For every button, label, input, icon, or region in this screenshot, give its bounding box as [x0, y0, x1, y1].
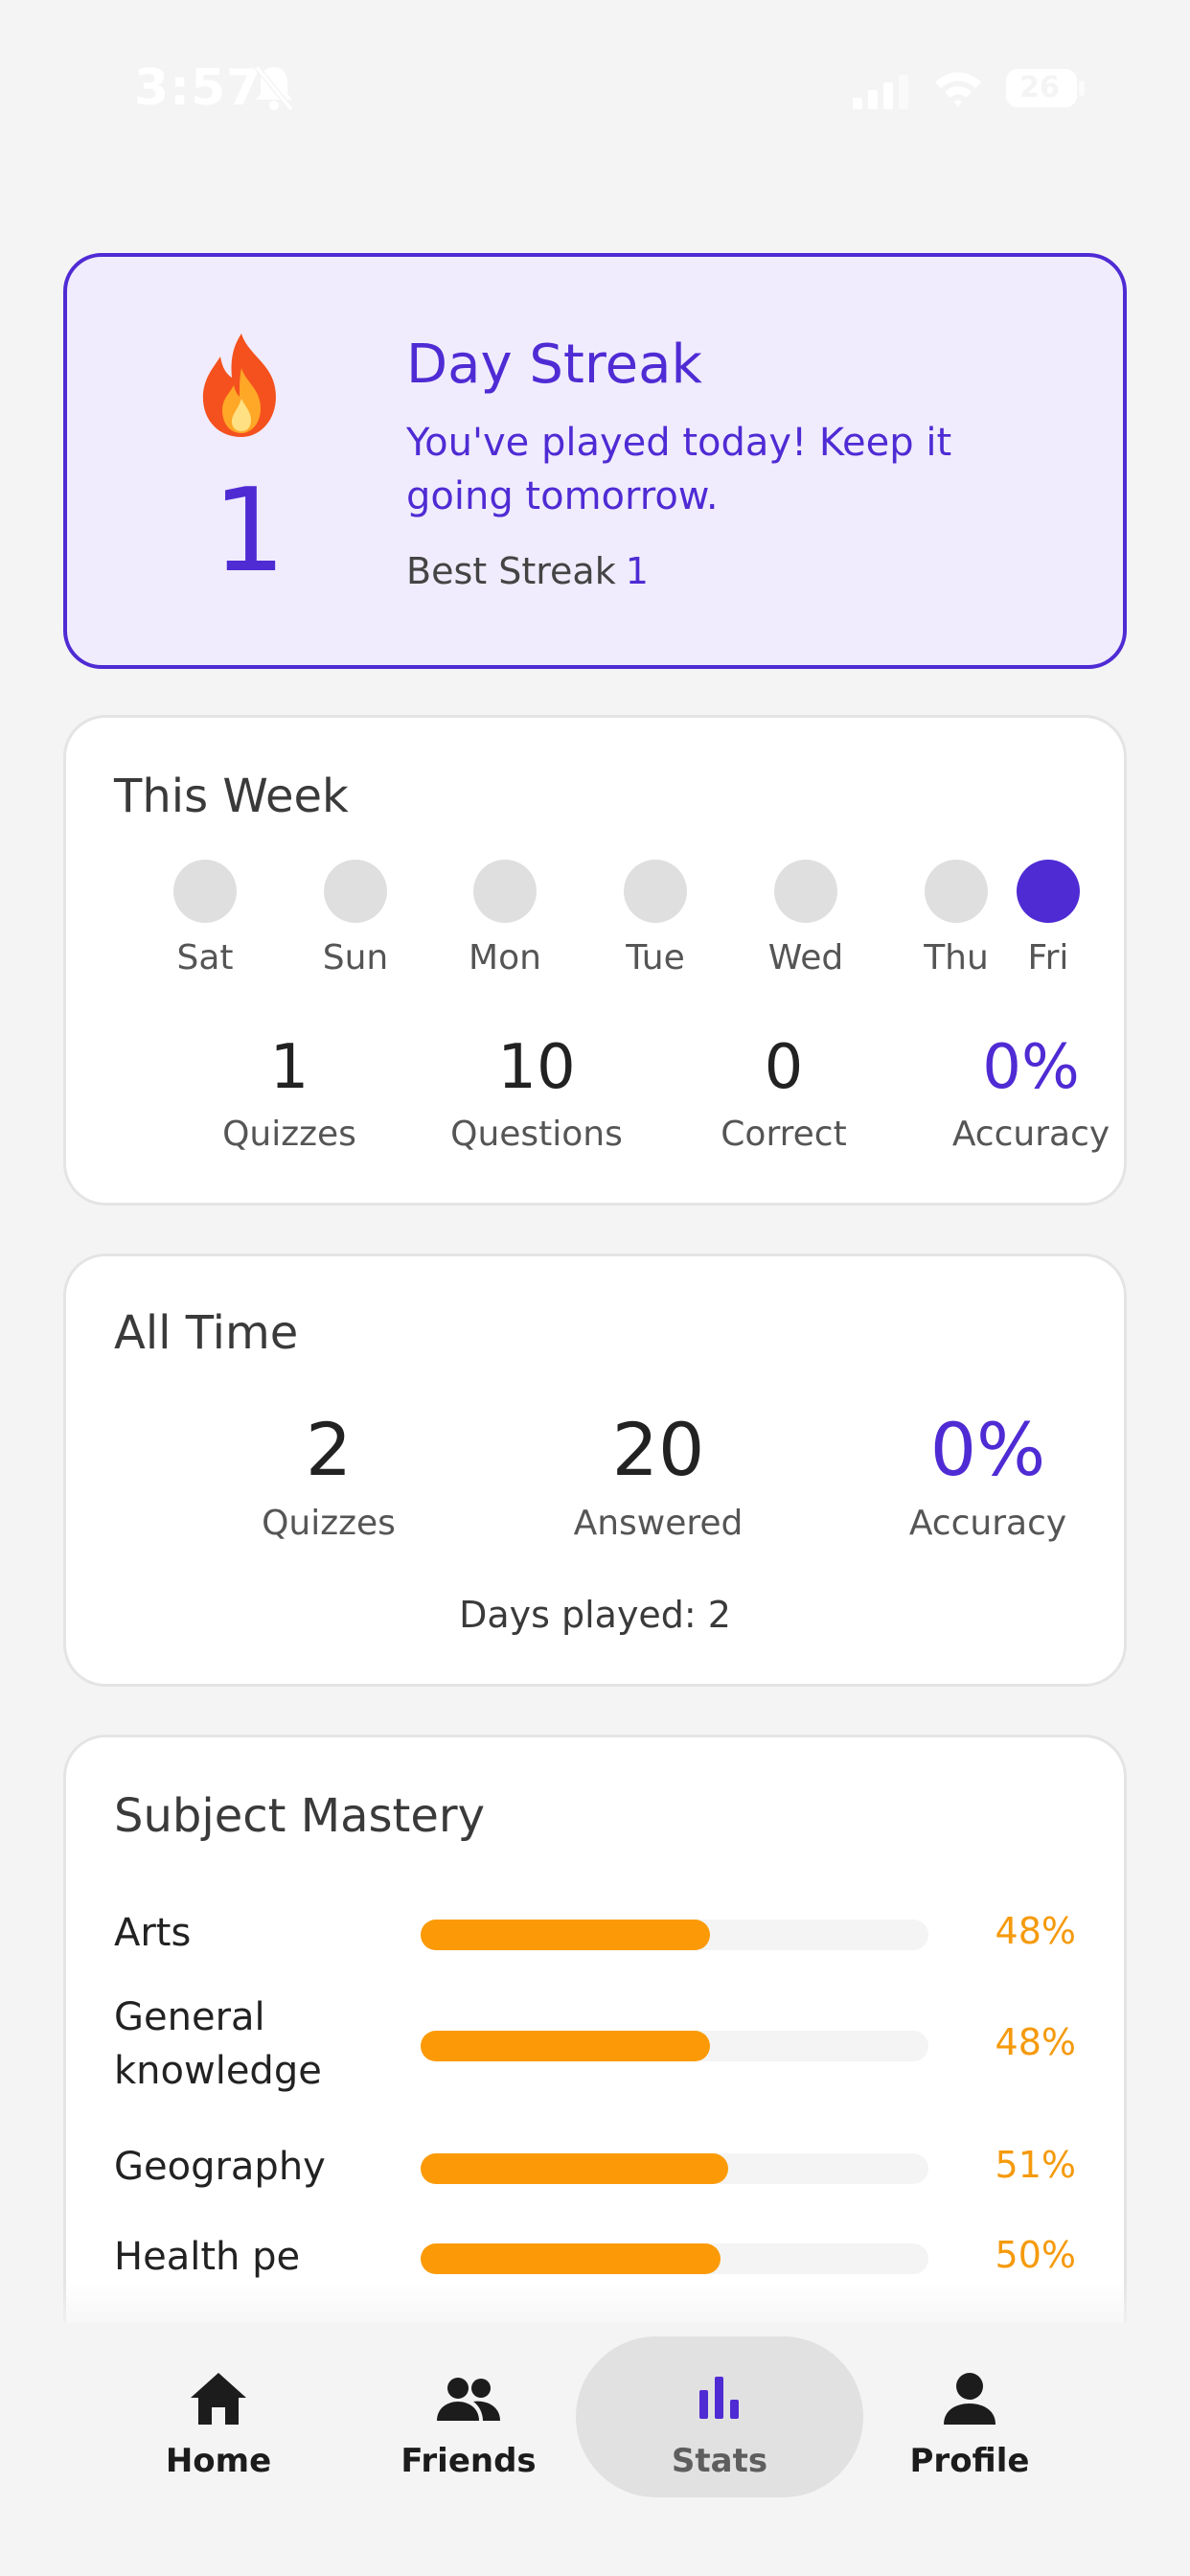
progress-fill — [421, 2243, 721, 2274]
stat-quizzes: 2 Quizzes — [185, 1406, 472, 1543]
subject-row: Geography 51% — [66, 2134, 1124, 2201]
subject-mastery-title: Subject Mastery — [114, 1789, 486, 1843]
best-streak-label: Best Streak — [406, 550, 616, 592]
people-icon — [437, 2378, 500, 2421]
streak-count: 1 — [212, 465, 286, 598]
all-time-card: All Time 2 Quizzes 20 Answered 0% Accura… — [63, 1254, 1127, 1687]
subject-percent: 51% — [995, 2144, 1076, 2186]
stat-questions: 10 Questions — [412, 1030, 661, 1154]
nav-label: Home — [165, 2442, 272, 2480]
person-icon — [944, 2373, 995, 2425]
day-mon: Mon — [447, 860, 562, 978]
subject-name: General knowledge — [114, 1995, 322, 2093]
stat-accuracy: 0% Accuracy — [844, 1406, 1132, 1543]
fire-icon — [202, 334, 276, 437]
nav-friends[interactable]: Friends — [325, 2336, 612, 2497]
day-fri: Fri — [991, 860, 1106, 978]
stat-value: 10 — [497, 1032, 576, 1103]
day-label: Sun — [322, 938, 389, 978]
progress-fill — [421, 2031, 711, 2061]
nav-label: Stats — [671, 2442, 768, 2480]
stat-quizzes: 1 Quizzes — [165, 1030, 414, 1154]
bar-chart-icon — [699, 2377, 739, 2419]
day-dot-active — [1017, 860, 1080, 923]
progress-track — [421, 2243, 928, 2274]
stat-label: Questions — [450, 1115, 623, 1154]
stat-value: 0% — [982, 1032, 1080, 1103]
stat-label: Quizzes — [222, 1115, 356, 1154]
wifi-icon — [935, 72, 981, 107]
subject-percent: 48% — [995, 2021, 1076, 2063]
day-dot — [925, 860, 988, 923]
this-week-title: This Week — [114, 770, 349, 823]
stat-accuracy: 0% Accuracy — [906, 1030, 1156, 1154]
day-dot — [473, 860, 537, 923]
progress-track — [421, 1920, 928, 1950]
this-week-card: This Week Sat Sun Mon Tue Wed Thu Fri 1 … — [63, 715, 1127, 1206]
bottom-nav: Home Friends Stats Profile — [0, 2323, 1190, 2576]
stats-screen: 3:57 26 1 Day Streak You've played today… — [0, 0, 1190, 2576]
status-bar: 3:57 26 — [0, 0, 1190, 172]
day-label: Wed — [767, 938, 844, 978]
day-label: Tue — [626, 938, 685, 978]
subject-percent: 50% — [995, 2234, 1076, 2276]
stat-correct: 0 Correct — [659, 1030, 908, 1154]
all-time-title: All Time — [114, 1306, 299, 1360]
week-stats: 1 Quizzes 10 Questions 0 Correct 0% Accu… — [66, 1030, 1124, 1164]
stat-answered: 20 Answered — [515, 1406, 802, 1543]
progress-fill — [421, 1920, 711, 1950]
stat-label: Accuracy — [951, 1115, 1110, 1154]
stat-label: Quizzes — [262, 1504, 396, 1543]
subject-name: Geography — [114, 2145, 326, 2189]
progress-fill — [421, 2153, 728, 2184]
day-dot — [173, 860, 237, 923]
stat-label: Accuracy — [908, 1504, 1067, 1543]
signal-icon — [853, 75, 908, 109]
subject-percent: 48% — [995, 1910, 1076, 1952]
nav-home[interactable]: Home — [75, 2336, 362, 2497]
all-time-stats: 2 Quizzes 20 Answered 0% Accuracy — [66, 1406, 1124, 1550]
nav-stats[interactable]: Stats — [576, 2336, 863, 2497]
stat-value: 2 — [305, 1407, 353, 1492]
day-tue: Tue — [598, 860, 713, 978]
nav-profile[interactable]: Profile — [826, 2336, 1113, 2497]
stat-value: 0 — [764, 1032, 804, 1103]
days-played-label: Days played: — [459, 1594, 697, 1636]
day-dot — [774, 860, 837, 923]
subject-row: Arts 48% — [66, 1900, 1124, 1967]
best-streak-value: 1 — [625, 550, 649, 592]
progress-track — [421, 2153, 928, 2184]
stat-value: 20 — [611, 1407, 705, 1492]
streak-title: Day Streak — [406, 334, 702, 396]
best-streak: Best Streak 1 — [406, 550, 649, 592]
day-sun: Sun — [298, 860, 413, 978]
day-dot — [624, 860, 687, 923]
days-played: Days played: 2 — [66, 1594, 1124, 1636]
stat-value: 0% — [929, 1407, 1046, 1492]
home-icon — [191, 2373, 246, 2425]
day-dot — [324, 860, 387, 923]
subject-name: Arts — [114, 1911, 192, 1955]
day-wed: Wed — [748, 860, 863, 978]
day-sat: Sat — [148, 860, 263, 978]
week-days: Sat Sun Mon Tue Wed Thu Fri — [66, 860, 1124, 984]
subject-name: Health pe — [114, 2235, 301, 2279]
nav-label: Profile — [909, 2442, 1030, 2480]
nav-label: Friends — [400, 2442, 537, 2480]
subject-row: General knowledge 48% — [66, 1990, 1124, 2105]
days-played-value: 2 — [707, 1594, 731, 1636]
stat-label: Correct — [721, 1115, 847, 1154]
day-label: Sat — [176, 938, 234, 978]
streak-card: 1 Day Streak You've played today! Keep i… — [63, 253, 1127, 669]
status-time: 3:57 — [134, 59, 263, 117]
progress-track — [421, 2031, 928, 2061]
streak-message: You've played today! Keep it going tomor… — [406, 421, 952, 518]
day-label: Fri — [1027, 938, 1069, 978]
stat-label: Answered — [573, 1504, 744, 1543]
battery-level: 26 — [1019, 71, 1060, 104]
day-label: Mon — [469, 938, 541, 978]
bell-muted-icon — [254, 65, 294, 111]
stat-value: 1 — [269, 1032, 309, 1103]
